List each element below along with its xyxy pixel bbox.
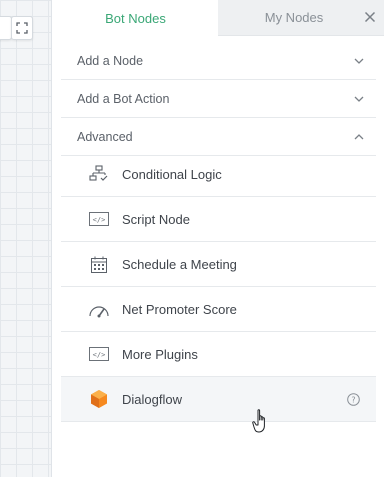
section-advanced[interactable]: Advanced [61, 118, 376, 156]
fullscreen-button[interactable] [11, 16, 33, 40]
item-label: Net Promoter Score [122, 301, 237, 317]
chevron-down-icon [354, 96, 364, 102]
calendar-icon [88, 253, 110, 275]
code-icon: </> [88, 343, 110, 365]
tab-bot-nodes[interactable]: Bot Nodes [53, 0, 218, 36]
node-item-dialogflow[interactable]: Dialogflow ? [61, 377, 376, 422]
item-label: Conditional Logic [122, 166, 222, 182]
panel-tabs: Bot Nodes My Nodes [53, 0, 384, 36]
help-circle-icon[interactable]: ? [347, 393, 360, 406]
section-label: Advanced [77, 129, 133, 144]
flowchart-icon [88, 163, 110, 185]
item-label: Schedule a Meeting [122, 256, 237, 272]
node-item-schedule-a-meeting[interactable]: Schedule a Meeting [61, 242, 376, 287]
hand-cursor-icon [252, 409, 265, 433]
gauge-icon [88, 298, 110, 320]
fullscreen-icon [16, 22, 28, 34]
code-icon: </> [88, 208, 110, 230]
node-item-conditional-logic[interactable]: Conditional Logic [61, 152, 376, 197]
section-add-a-bot-action[interactable]: Add a Bot Action [61, 80, 376, 118]
flow-canvas[interactable] [0, 0, 52, 477]
close-icon [364, 11, 376, 23]
tab-my-nodes[interactable]: My Nodes [218, 0, 384, 36]
node-item-script-node[interactable]: </> Script Node [61, 197, 376, 242]
section-label: Add a Node [77, 53, 144, 68]
close-panel-button[interactable] [362, 9, 378, 25]
svg-text:</>: </> [93, 216, 106, 224]
item-label: Script Node [122, 211, 190, 227]
chevron-down-icon [354, 58, 364, 64]
node-item-more-plugins[interactable]: </> More Plugins [61, 332, 376, 377]
node-panel: Bot Nodes My Nodes Add a Node Add a Bot … [53, 0, 384, 477]
item-label: More Plugins [122, 346, 198, 362]
svg-text:?: ? [351, 396, 355, 405]
svg-text:</>: </> [93, 351, 106, 359]
dialogflow-icon [88, 388, 110, 410]
chevron-up-icon [354, 133, 364, 139]
node-item-net-promoter-score[interactable]: Net Promoter Score [61, 287, 376, 332]
tab-my-nodes-label: My Nodes [264, 10, 324, 25]
item-label: Dialogflow [122, 391, 182, 407]
section-add-a-node[interactable]: Add a Node [61, 42, 376, 80]
section-label: Add a Bot Action [77, 91, 170, 106]
